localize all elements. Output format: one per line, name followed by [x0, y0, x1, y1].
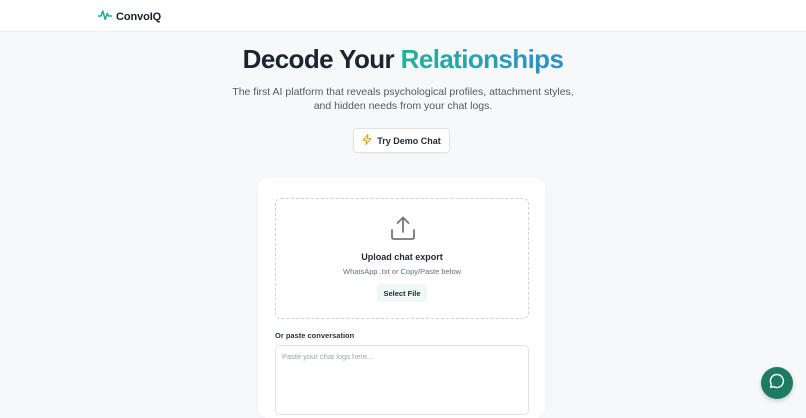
hero-subtitle: The first AI platform that reveals psych…: [232, 86, 574, 112]
hero-title-accent: Relationships: [400, 44, 564, 74]
lightning-icon: [362, 134, 372, 147]
chat-bubble-icon: [769, 373, 785, 394]
hero-title: Decode Your Relationships: [0, 44, 806, 75]
chat-support-button[interactable]: [761, 367, 793, 399]
hero-title-main: Decode Your: [242, 44, 395, 74]
brand-logo[interactable]: ConvoIQ: [97, 8, 162, 26]
upload-title: Upload chat export: [361, 252, 443, 262]
select-file-button[interactable]: Select File: [377, 284, 427, 302]
paste-label: Or paste conversation: [275, 331, 355, 340]
pulse-icon: [97, 8, 113, 26]
try-demo-chat-button[interactable]: Try Demo Chat: [353, 128, 450, 153]
brand-name: ConvoIQ: [116, 11, 162, 23]
upload-icon: [390, 215, 416, 246]
upload-subtitle: WhatsApp .txt or Copy/Paste below: [343, 267, 461, 276]
upload-dropzone[interactable]: Upload chat export WhatsApp .txt or Copy…: [275, 198, 529, 319]
top-navbar: ConvoIQ: [0, 0, 806, 32]
try-demo-chat-label: Try Demo Chat: [377, 135, 441, 146]
